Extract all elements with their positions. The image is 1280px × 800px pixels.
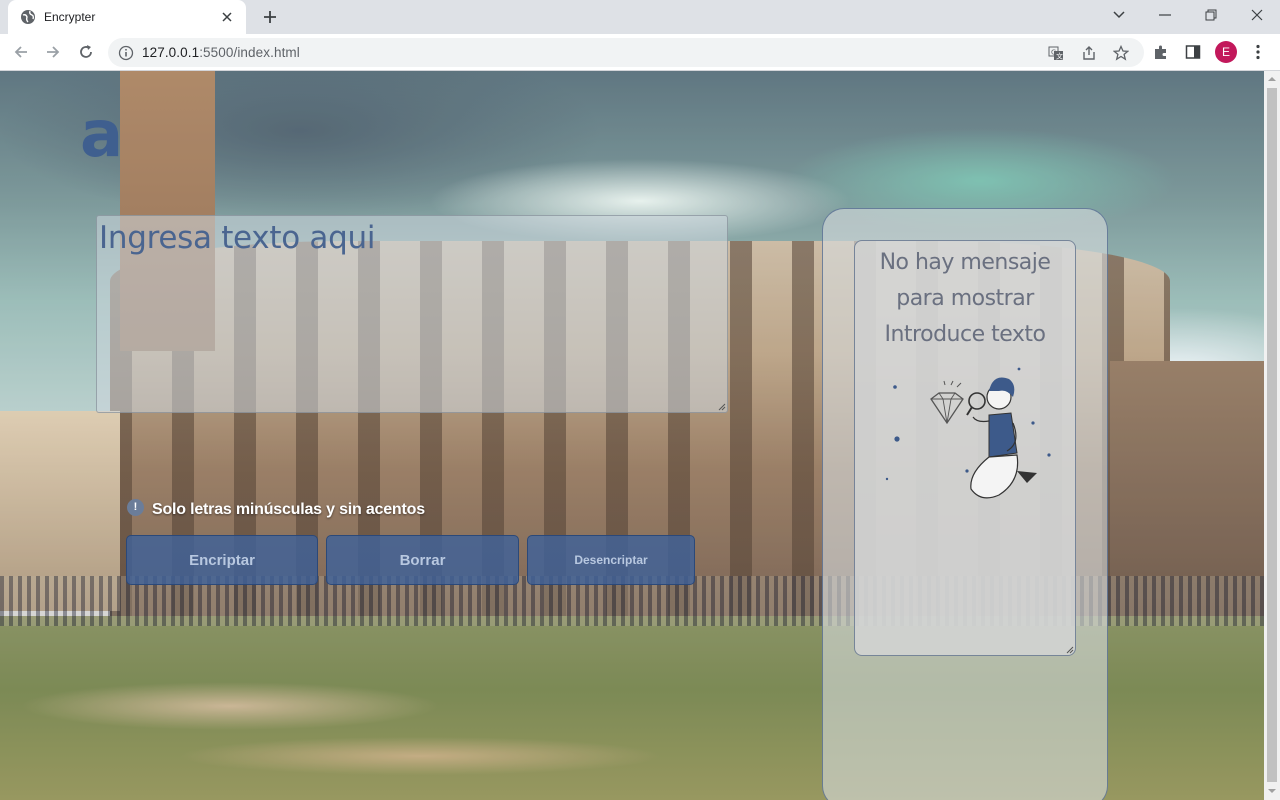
globe-icon — [20, 9, 36, 25]
close-tab-icon[interactable] — [218, 8, 236, 26]
bookmark-star-icon[interactable] — [1113, 45, 1129, 61]
share-icon[interactable] — [1081, 45, 1097, 61]
person-with-magnifier-and-diamond-icon — [885, 367, 1051, 499]
output-text-area[interactable]: No hay mensaje para mostrar Introduce te… — [854, 240, 1076, 656]
forward-arrow-icon[interactable] — [40, 40, 66, 64]
reload-icon[interactable] — [73, 40, 99, 64]
exclamation-icon: ! — [127, 498, 144, 516]
translate-icon[interactable]: G文 — [1048, 45, 1064, 61]
kebab-menu-icon[interactable] — [1249, 43, 1267, 61]
tab-search-icon[interactable] — [1105, 4, 1133, 26]
input-hint: ! Solo letras minúsculas y sin acentos — [127, 498, 425, 519]
scroll-down-arrow-icon[interactable] — [1268, 787, 1276, 795]
clear-button[interactable]: Borrar — [326, 535, 519, 585]
side-panel-icon[interactable] — [1184, 43, 1202, 61]
svg-text:文: 文 — [1056, 52, 1063, 61]
minimize-button[interactable] — [1151, 4, 1179, 26]
empty-output-message: No hay mensaje para mostrar Introduce te… — [879, 250, 1051, 347]
restore-button[interactable] — [1197, 4, 1225, 26]
profile-avatar[interactable]: E — [1215, 41, 1237, 63]
tab-title: Encrypter — [44, 10, 96, 24]
vertical-scrollbar[interactable] — [1264, 71, 1280, 800]
browser-toolbar: 127.0.0.1:5500/index.html G文 E — [0, 34, 1280, 71]
text-input-area[interactable]: Ingresa texto aqui — [96, 215, 728, 413]
close-window-button[interactable] — [1243, 4, 1271, 26]
url-host: 127.0.0.1 — [142, 45, 200, 60]
url-text: 127.0.0.1:5500/index.html — [142, 45, 300, 60]
output-resize-grip-icon[interactable] — [1064, 644, 1074, 654]
url-path: :5500/index.html — [199, 45, 300, 60]
tab-strip: Encrypter — [0, 0, 1280, 34]
info-icon[interactable] — [118, 45, 134, 61]
encrypt-button[interactable]: Encriptar — [126, 535, 318, 585]
address-bar[interactable]: 127.0.0.1:5500/index.html G文 — [108, 38, 1144, 67]
input-placeholder: Ingresa texto aqui — [99, 220, 376, 256]
scroll-up-arrow-icon[interactable] — [1268, 75, 1276, 83]
browser-tab[interactable]: Encrypter — [8, 0, 246, 34]
resize-grip-icon[interactable] — [716, 401, 726, 411]
decrypt-button[interactable]: Desencriptar — [527, 535, 695, 585]
new-tab-button[interactable] — [258, 6, 282, 28]
extensions-puzzle-icon[interactable] — [1152, 43, 1170, 61]
scrollbar-thumb[interactable] — [1267, 88, 1277, 782]
page-viewport: a Ingresa texto aqui ! Solo letras minús… — [0, 71, 1264, 800]
back-arrow-icon[interactable] — [8, 40, 34, 64]
hint-text: Solo letras minúsculas y sin acentos — [152, 501, 425, 518]
app-logo: a — [80, 98, 124, 172]
